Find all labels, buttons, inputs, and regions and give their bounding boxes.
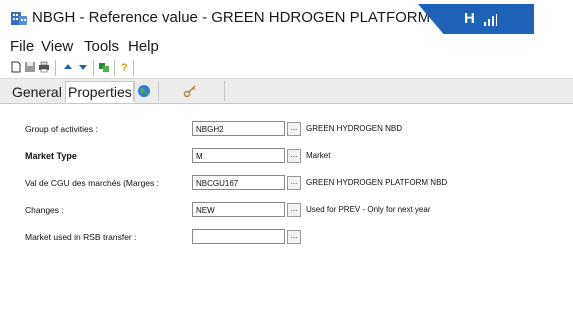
arrow-down-icon[interactable] bbox=[77, 61, 89, 73]
rsb-transfer-market-lookup-button[interactable]: ... bbox=[287, 230, 301, 244]
toolbar-separator bbox=[55, 60, 56, 76]
group-of-activities-desc: GREEN HYDROGEN NBD bbox=[306, 124, 403, 133]
rsb-transfer-market-field[interactable] bbox=[192, 229, 285, 244]
changes-desc: Used for PREV - Only for next year bbox=[306, 205, 431, 214]
arrow-up-icon[interactable] bbox=[62, 61, 74, 73]
toolbar-separator bbox=[93, 60, 94, 76]
help-icon[interactable]: ? bbox=[118, 61, 130, 73]
market-type-desc: Market bbox=[306, 151, 331, 160]
menu-tools[interactable]: Tools bbox=[84, 38, 119, 55]
toolbar-separator bbox=[114, 60, 115, 76]
menu-view[interactable]: View bbox=[41, 38, 73, 55]
tab-bar: General Properties bbox=[0, 79, 573, 104]
tab-divider bbox=[224, 81, 225, 101]
brand-banner: H bbox=[418, 4, 534, 34]
tab-general[interactable]: General bbox=[10, 82, 64, 102]
tab-divider bbox=[158, 81, 159, 101]
menu-file[interactable]: File bbox=[10, 38, 34, 55]
save-icon[interactable] bbox=[24, 61, 36, 73]
window-title: NBGH - Reference value - GREEN HDROGEN P… bbox=[32, 9, 466, 26]
new-document-icon[interactable] bbox=[10, 61, 22, 73]
cgu-value-desc: GREEN HYDROGEN PLATFORM NBD bbox=[306, 178, 448, 187]
key-icon[interactable] bbox=[183, 84, 197, 98]
cgu-value-lookup-button[interactable]: ... bbox=[287, 176, 301, 190]
market-type-field[interactable]: M bbox=[192, 148, 285, 163]
tab-properties[interactable]: Properties bbox=[65, 81, 135, 103]
toolbar: ? bbox=[0, 58, 573, 79]
rsb-transfer-market-label: Market used in RSB transfer : bbox=[25, 232, 137, 242]
cgu-value-field[interactable]: NBCGU167 bbox=[192, 175, 285, 190]
print-icon[interactable] bbox=[38, 61, 50, 73]
cgu-value-label: Val de CGU des marchés (Marges : bbox=[25, 178, 159, 188]
menu-help[interactable]: Help bbox=[128, 38, 159, 55]
market-type-lookup-button[interactable]: ... bbox=[287, 149, 301, 163]
changes-field[interactable]: NEW bbox=[192, 202, 285, 217]
brand-h-icon: H bbox=[464, 10, 475, 27]
title-bar: NBGH - Reference value - GREEN HDROGEN P… bbox=[0, 0, 573, 36]
group-of-activities-label: Group of activities : bbox=[25, 124, 98, 134]
toolbar-separator bbox=[133, 60, 134, 76]
menu-bar: File View Tools Help bbox=[0, 36, 573, 56]
signal-bars-icon bbox=[484, 14, 497, 26]
svg-text:?: ? bbox=[121, 62, 128, 73]
changes-label: Changes : bbox=[25, 205, 64, 215]
refresh-icon[interactable] bbox=[98, 61, 110, 73]
group-of-activities-lookup-button[interactable]: ... bbox=[287, 122, 301, 136]
app-building-icon bbox=[11, 12, 27, 25]
globe-icon[interactable] bbox=[137, 84, 151, 98]
tab-divider bbox=[133, 81, 134, 101]
changes-lookup-button[interactable]: ... bbox=[287, 203, 301, 217]
group-of-activities-field[interactable]: NBGH2 bbox=[192, 121, 285, 136]
market-type-label: Market Type bbox=[25, 151, 77, 161]
